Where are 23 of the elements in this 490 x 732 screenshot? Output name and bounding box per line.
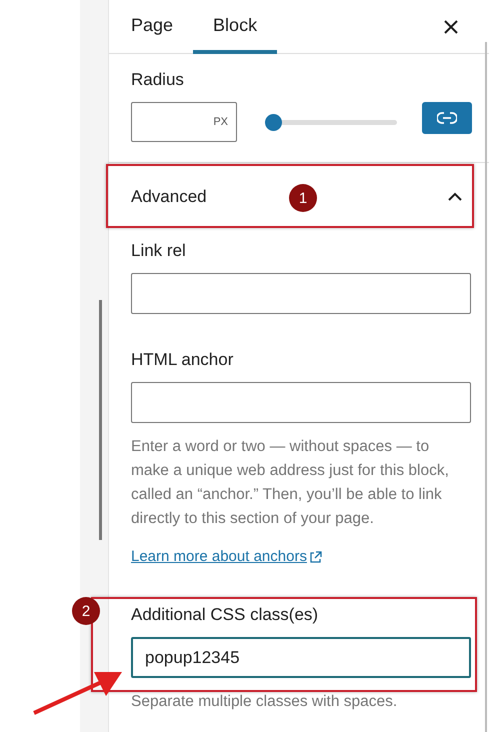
radius-slider[interactable] [265, 114, 397, 130]
external-link-icon [308, 550, 322, 564]
help-text: Enter a word or two — without spaces — to make a unique web address just for this block, called an “anchor.” Then, you’ll be able to link directly to this section of your page. [131, 437, 450, 529]
step-number: 1 [289, 184, 317, 212]
radius-label: Radius [131, 70, 185, 90]
tab[interactable]: Page [111, 0, 194, 54]
scrollbar[interactable] [99, 300, 102, 540]
input-field[interactable] [131, 273, 471, 314]
field-label: HTML anchor [131, 350, 234, 370]
field-label: Additional CSS class(es) [131, 605, 320, 625]
field-label: Link rel [131, 241, 187, 261]
close-icon[interactable] [443, 18, 459, 34]
radius-input[interactable]: PX [131, 102, 237, 142]
help-text: Separate multiple classes with spaces. [131, 692, 398, 712]
input-field[interactable] [131, 382, 471, 423]
input-field[interactable]: popup12345 [131, 637, 471, 678]
section-title[interactable]: Advanced [131, 186, 207, 206]
learn-more-link[interactable]: Learn more about anchors [131, 545, 322, 569]
chevron-up-icon[interactable] [447, 192, 463, 202]
step-number: 2 [72, 597, 100, 625]
link-button[interactable] [422, 102, 472, 134]
tab[interactable]: Block [193, 0, 278, 54]
link-icon [437, 111, 457, 125]
